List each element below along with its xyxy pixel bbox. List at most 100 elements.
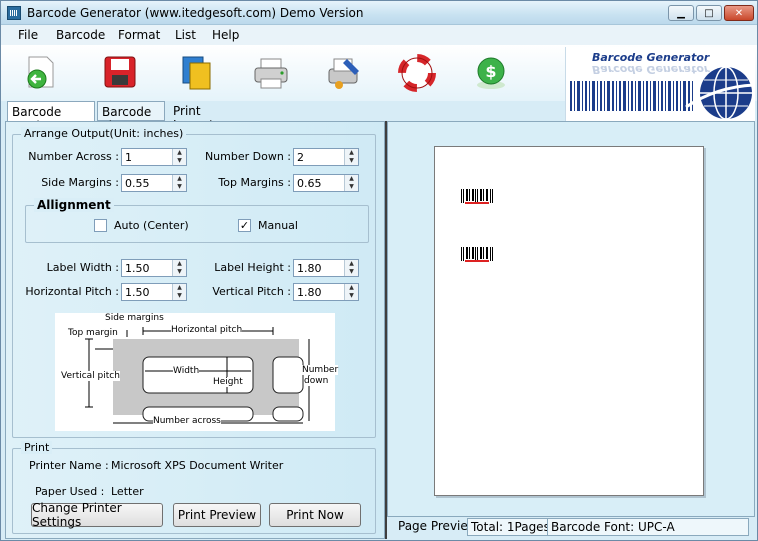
total-pages-status: Total: 1Pages	[467, 518, 554, 536]
vertical-pitch-stepper[interactable]: 1.80 ▲ ▼	[293, 283, 359, 301]
back-icon	[27, 56, 54, 89]
arrow-up-icon: ▲	[349, 149, 354, 156]
horizontal-pitch-value: 1.50	[125, 286, 150, 299]
side-margins-arrows[interactable]: ▲ ▼	[172, 175, 186, 191]
maximize-button[interactable]: □	[696, 5, 722, 21]
paper-used-value: Letter	[111, 485, 144, 498]
tab-barcode-setting[interactable]: Barcode Setting	[7, 101, 95, 133]
horizontal-pitch-arrows[interactable]: ▲ ▼	[172, 284, 186, 300]
printer-icon	[254, 58, 288, 89]
arrow-up-icon: ▲	[177, 260, 182, 267]
banner-logo: Barcode Generator Barcode Generator	[565, 47, 755, 123]
print-preview-button[interactable]: Print Preview	[173, 503, 261, 527]
print-button[interactable]	[251, 53, 291, 93]
title-bar[interactable]: Barcode Generator (www.itedgesoft.com) D…	[1, 1, 757, 25]
vertical-pitch-arrows[interactable]: ▲ ▼	[344, 284, 358, 300]
height-caption: Height	[213, 377, 243, 387]
back-button[interactable]	[21, 53, 61, 93]
arrow-up-icon: ▲	[177, 175, 182, 182]
number-down-stepper[interactable]: 2 ▲ ▼	[293, 148, 359, 166]
barcode-preview-2	[461, 247, 493, 262]
number-across-stepper[interactable]: 1 ▲ ▼	[121, 148, 187, 166]
arrow-down-icon: ▼	[177, 268, 182, 275]
side-margins-caption: Side margins	[105, 313, 164, 323]
arrow-up-icon: ▲	[177, 284, 182, 291]
horizontal-pitch-stepper[interactable]: 1.50 ▲ ▼	[121, 283, 187, 301]
alignment-title: Allignment	[34, 198, 114, 212]
arrow-down-icon: ▼	[177, 157, 182, 164]
menu-format[interactable]: Format	[118, 28, 160, 42]
label-height-label: Label Height :	[214, 261, 291, 274]
preview-panel	[387, 121, 755, 517]
arrow-down-icon: ▼	[177, 183, 182, 190]
horizontal-pitch-caption: Horizontal pitch	[171, 325, 243, 335]
paper-used-label: Paper Used :	[35, 485, 105, 498]
arrow-down-icon: ▼	[349, 268, 354, 275]
copy-button[interactable]	[177, 53, 217, 93]
printer-name-value: Microsoft XPS Document Writer	[111, 459, 284, 472]
label-width-value: 1.50	[125, 262, 150, 275]
save-icon	[104, 56, 136, 88]
arrow-down-icon: ▼	[349, 292, 354, 299]
tab-print-layout[interactable]: Print Layout	[169, 101, 239, 132]
number-across-label: Number Across :	[28, 150, 119, 163]
print-group-title: Print	[21, 441, 53, 454]
menu-file[interactable]: File	[18, 28, 38, 42]
number-down-arrows[interactable]: ▲ ▼	[344, 149, 358, 165]
help-icon	[398, 54, 436, 92]
window-title: Barcode Generator (www.itedgesoft.com) D…	[27, 6, 364, 20]
label-height-arrows[interactable]: ▲ ▼	[344, 260, 358, 276]
number-across-arrows[interactable]: ▲ ▼	[172, 149, 186, 165]
minimize-icon: ▁	[677, 7, 685, 19]
vertical-pitch-value: 1.80	[297, 286, 322, 299]
barcode-app-icon	[7, 6, 21, 20]
top-margins-label: Top Margins :	[218, 176, 291, 189]
arrange-output-title: Arrange Output(Unit: inches)	[21, 127, 187, 140]
barcode-preview-1	[461, 189, 493, 204]
help-button[interactable]	[397, 53, 437, 93]
print-now-button[interactable]: Print Now	[269, 503, 361, 527]
side-margins-value: 0.55	[125, 177, 150, 190]
top-margins-arrows[interactable]: ▲ ▼	[344, 175, 358, 191]
top-margins-stepper[interactable]: 0.65 ▲ ▼	[293, 174, 359, 192]
print-setup-button[interactable]	[323, 53, 363, 93]
auto-center-checkbox[interactable]	[94, 219, 107, 232]
tab-barcode-list[interactable]: Barcode List	[97, 101, 165, 133]
arrow-up-icon: ▲	[349, 175, 354, 182]
status-bar: Page Preview Total: 1Pages Barcode Font:…	[387, 518, 755, 538]
number-down-value: 2	[297, 151, 304, 164]
change-printer-settings-button[interactable]: Change Printer Settings	[31, 501, 163, 529]
label-height-stepper[interactable]: 1.80 ▲ ▼	[293, 259, 359, 277]
manual-checkbox[interactable]: ✓	[238, 219, 251, 232]
save-button[interactable]	[101, 53, 141, 93]
vertical-pitch-label: Vertical Pitch :	[212, 285, 291, 298]
page-preview	[434, 146, 704, 496]
buy-icon: $	[477, 57, 505, 89]
maximize-icon: □	[704, 7, 714, 19]
number-down-caption-2: down	[304, 376, 329, 386]
menu-barcode[interactable]: Barcode	[56, 28, 105, 42]
arrow-down-icon: ▼	[349, 183, 354, 190]
width-caption: Width	[173, 366, 200, 376]
label-width-stepper[interactable]: 1.50 ▲ ▼	[121, 259, 187, 277]
arrange-output-group: Arrange Output(Unit: inches) Number Acro…	[12, 127, 376, 438]
settings-panel: Arrange Output(Unit: inches) Number Acro…	[5, 121, 385, 539]
label-height-value: 1.80	[297, 262, 322, 275]
printer-name-label: Printer Name :	[29, 459, 109, 472]
buy-button[interactable]: $	[471, 53, 511, 93]
close-button[interactable]: ✕	[724, 5, 754, 21]
print-group: Print Printer Name : Microsoft XPS Docum…	[12, 441, 376, 534]
barcode-globe-icon	[570, 66, 755, 120]
app-window: Barcode Generator (www.itedgesoft.com) D…	[0, 0, 758, 541]
side-margins-stepper[interactable]: 0.55 ▲ ▼	[121, 174, 187, 192]
number-down-caption-1: Number	[302, 365, 339, 375]
copy-icon	[182, 56, 211, 90]
label-width-label: Label Width :	[46, 261, 119, 274]
menu-help[interactable]: Help	[212, 28, 239, 42]
menu-list[interactable]: List	[175, 28, 196, 42]
top-margins-value: 0.65	[297, 177, 322, 190]
minimize-button[interactable]: ▁	[668, 5, 694, 21]
menu-bar: File Barcode Format List Help	[1, 25, 757, 45]
arrow-up-icon: ▲	[177, 149, 182, 156]
label-width-arrows[interactable]: ▲ ▼	[172, 260, 186, 276]
